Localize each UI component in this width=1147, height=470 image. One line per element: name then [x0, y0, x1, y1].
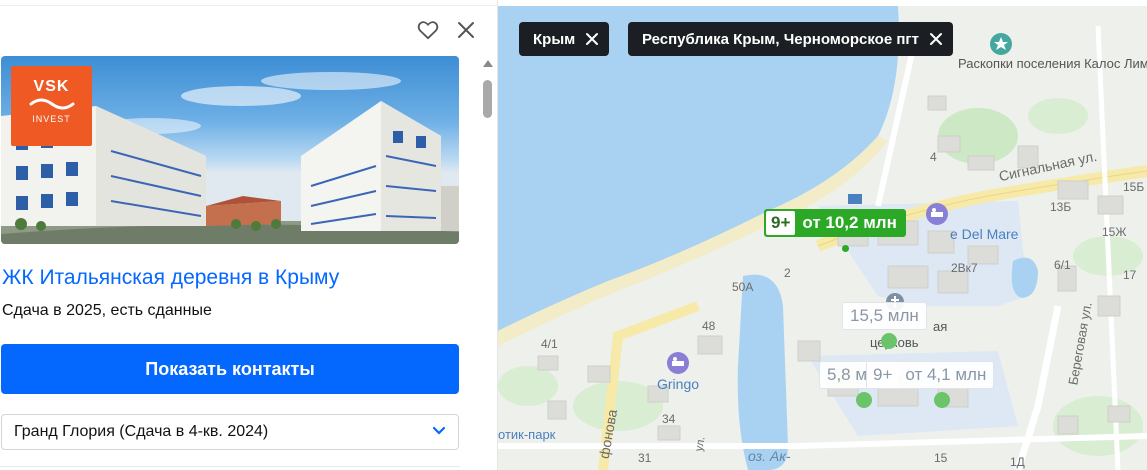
poi-label[interactable]: Gringo [657, 376, 699, 392]
house-number: 34 [662, 412, 676, 426]
hotel-label[interactable]: e Del Mare [950, 226, 1018, 242]
card-actions [416, 18, 478, 42]
house-number: 48 [702, 319, 716, 333]
house-number: 15 [934, 451, 948, 465]
building-select[interactable]: Гранд Глория (Сдача в 4-кв. 2024) [1, 414, 459, 450]
price-marker-active[interactable]: 9+ от 10,2 млн [764, 209, 906, 237]
location-dot[interactable] [934, 392, 950, 408]
marker-price: от 10,2 млн [802, 213, 897, 232]
price-marker[interactable]: 9+ от 4,1 млн [866, 361, 995, 389]
filter-chip-label: Республика Крым, Черноморское пгт [642, 30, 920, 48]
building-select-value: Гранд Глория (Сдача в 4-кв. 2024) [14, 423, 269, 440]
show-contacts-button[interactable]: Показать контакты [1, 344, 459, 394]
logo-sub: INVEST [32, 114, 71, 124]
poi-label[interactable]: Раскопки поселения Калос Лимен [958, 56, 1147, 71]
divider [0, 5, 498, 6]
marker-price: 15,5 млн [850, 306, 919, 325]
filter-chip-chernomorskoe[interactable]: Республика Крым, Черноморское пгт [628, 22, 954, 56]
scrollbar-thumb[interactable] [483, 80, 492, 118]
complex-card-panel: VSK INVEST ЖК Итальянская деревня в Крым… [0, 0, 498, 470]
wave-icon [29, 98, 74, 110]
lake-label: оз. Ак- [748, 448, 791, 464]
filter-chip-crimea[interactable]: Крым [519, 22, 610, 56]
map-base [498, 6, 1147, 470]
house-number: 4/1 [541, 337, 558, 351]
completion-status: Сдача в 2025, есть сданные [2, 302, 212, 319]
close-icon[interactable] [929, 32, 943, 46]
complex-photo[interactable]: VSK INVEST [1, 56, 459, 244]
poi-label[interactable]: отик-парк [498, 427, 555, 442]
divider [0, 466, 460, 467]
scrollbar[interactable] [481, 60, 493, 470]
scroll-up-arrow-icon[interactable] [483, 60, 493, 67]
close-icon[interactable] [585, 32, 599, 46]
location-dot[interactable] [856, 392, 872, 408]
house-number: 6/1 [1054, 258, 1071, 272]
filter-chip-label: Крым [533, 30, 576, 48]
app-root: VSK INVEST ЖК Итальянская деревня в Крым… [0, 0, 1147, 470]
poi-label: ая [933, 319, 948, 334]
marker-count: 9+ [766, 211, 796, 235]
location-dot[interactable] [842, 245, 849, 252]
complex-title-link[interactable]: ЖК Итальянская деревня в Крыму [2, 266, 339, 290]
house-number: 2 [784, 266, 791, 280]
house-number: 15Б [1123, 180, 1145, 194]
heart-outline-icon[interactable] [416, 18, 440, 42]
house-number: 50A [732, 280, 754, 294]
marker-count: 9+ [867, 362, 899, 388]
house-number: 4 [930, 150, 937, 164]
house-number: 13Б [1050, 200, 1072, 214]
house-number: 2Вк7 [951, 261, 978, 275]
price-marker[interactable]: 15,5 млн [842, 302, 927, 330]
chevron-down-icon [432, 423, 446, 441]
house-number: 31 [638, 451, 652, 465]
close-icon[interactable] [454, 18, 478, 42]
street-label: ул. [693, 435, 708, 453]
house-number: 15Ж [1102, 225, 1127, 239]
map-view[interactable]: Крым Республика Крым, Черноморское пгт Р… [498, 6, 1147, 470]
house-number: 1Д [1010, 455, 1025, 469]
logo-brand: VSK [33, 78, 70, 95]
location-dot[interactable] [881, 333, 897, 349]
developer-logo: VSK INVEST [11, 66, 92, 146]
house-number: 17 [1123, 268, 1137, 282]
marker-price: от 4,1 млн [905, 365, 987, 384]
